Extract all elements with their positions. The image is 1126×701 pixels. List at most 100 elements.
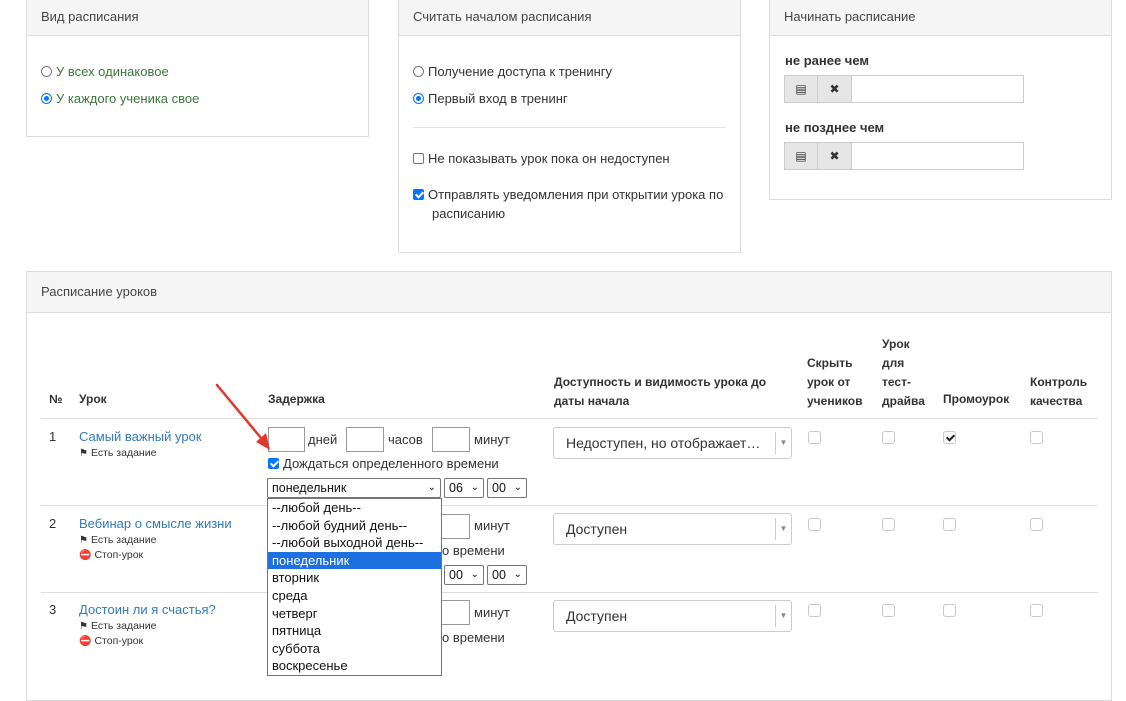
- tag-label: Есть задание: [90, 447, 157, 459]
- hide-lesson-checkbox[interactable]: [808, 518, 821, 531]
- flag-icon: ⚑: [79, 447, 88, 459]
- hide-lesson-checkbox[interactable]: [808, 431, 821, 444]
- lesson-link[interactable]: Вебинар о смысле жизни: [79, 516, 232, 531]
- select-value: 00: [492, 568, 506, 582]
- promo-checkbox[interactable]: [943, 518, 956, 531]
- row-number: 3: [49, 602, 57, 617]
- dropdown-option[interactable]: вторник: [268, 569, 441, 587]
- select-value: понедельник: [272, 481, 347, 495]
- dropdown-option[interactable]: воскресенье: [268, 657, 441, 675]
- annotation-arrow: [215, 383, 270, 450]
- quality-checkbox[interactable]: [1030, 604, 1043, 617]
- hours-input[interactable]: [346, 427, 384, 452]
- availability-select[interactable]: Доступен ▼: [553, 600, 792, 632]
- close-icon[interactable]: ✖: [818, 142, 852, 170]
- minute-select[interactable]: 00 ⌄: [487, 478, 527, 498]
- test-drive-checkbox[interactable]: [882, 518, 895, 531]
- radio-individual[interactable]: [41, 93, 52, 104]
- caret-down-icon: ▼: [775, 432, 791, 454]
- dropdown-option[interactable]: среда: [268, 587, 441, 605]
- hour-select[interactable]: 06 ⌄: [444, 478, 484, 498]
- start-schedule-title: Начинать расписание: [770, 0, 1111, 36]
- close-icon[interactable]: ✖: [818, 75, 852, 103]
- header-line: тест-: [882, 375, 911, 389]
- select-value: Недоступен, но отображает…: [566, 435, 761, 451]
- test-drive-checkbox[interactable]: [882, 604, 895, 617]
- lesson-link[interactable]: Достоин ли я счастья?: [79, 602, 216, 617]
- table-header-line: [41, 418, 1098, 419]
- dropdown-option[interactable]: суббота: [268, 640, 441, 658]
- availability-select[interactable]: Недоступен, но отображает… ▼: [553, 427, 792, 459]
- promo-checkbox[interactable]: [943, 431, 956, 444]
- radio-same[interactable]: [41, 66, 52, 77]
- calendar-icon[interactable]: ▤: [784, 142, 818, 170]
- dropdown-option-highlighted[interactable]: понедельник: [268, 551, 441, 570]
- hide-unavailable-checkbox[interactable]: Не показывать урок пока он недоступен: [413, 151, 670, 166]
- minutes-input[interactable]: [432, 427, 470, 452]
- header-quality: Контроль качества: [1030, 373, 1087, 411]
- caret-down-icon: ▼: [775, 518, 791, 540]
- checkbox[interactable]: [413, 189, 424, 200]
- select-value: 00: [449, 568, 463, 582]
- row-divider: [41, 505, 1098, 506]
- checkbox-label: Не показывать урок пока он недоступен: [428, 151, 670, 166]
- minutes-label: минут: [474, 518, 510, 533]
- tag-label: Есть задание: [90, 620, 157, 632]
- header-hide: Скрыть урок от учеников: [807, 354, 863, 411]
- row-number: 1: [49, 429, 57, 444]
- dropdown-option[interactable]: четверг: [268, 605, 441, 623]
- checkbox[interactable]: [268, 458, 279, 469]
- quality-checkbox[interactable]: [1030, 431, 1043, 444]
- option-label: Получение доступа к тренингу: [428, 64, 613, 79]
- not-later-date-group: ▤ ✖: [784, 142, 1024, 170]
- header-line: даты начала: [554, 394, 630, 408]
- wait-label-tail: о времени: [442, 543, 505, 558]
- day-select[interactable]: понедельник ⌄: [267, 478, 441, 498]
- caret-down-icon: ▼: [775, 605, 791, 627]
- quality-checkbox[interactable]: [1030, 518, 1043, 531]
- dropdown-option[interactable]: пятница: [268, 622, 441, 640]
- availability-select[interactable]: Доступен ▼: [553, 513, 792, 545]
- header-availability: Доступность и видимость урока до даты на…: [554, 373, 766, 411]
- not-earlier-date-group: ▤ ✖: [784, 75, 1024, 103]
- dropdown-option[interactable]: --любой будний день--: [268, 517, 441, 535]
- hide-lesson-checkbox[interactable]: [808, 604, 821, 617]
- test-drive-checkbox[interactable]: [882, 431, 895, 444]
- hour-select[interactable]: 00 ⌄: [444, 565, 484, 585]
- start-option-first-entry[interactable]: Первый вход в тренинг: [413, 91, 568, 106]
- header-line: драйва: [882, 394, 925, 408]
- day-dropdown-list: --любой день-- --любой будний день-- --л…: [267, 498, 442, 676]
- schedule-view-option-same[interactable]: У всех одинаковое: [41, 64, 169, 79]
- flag-icon: ⚑: [79, 534, 88, 546]
- calendar-icon[interactable]: ▤: [784, 75, 818, 103]
- schedule-view-option-individual[interactable]: У каждого ученика свое: [41, 91, 199, 106]
- minute-select[interactable]: 00 ⌄: [487, 565, 527, 585]
- minutes-label: минут: [474, 432, 510, 447]
- send-notifications-checkbox[interactable]: Отправлять уведомления при открытии урок…: [413, 187, 723, 202]
- schedule-view-title: Вид расписания: [27, 0, 368, 36]
- tag-label: Стоп-урок: [94, 549, 144, 561]
- select-value: Доступен: [566, 521, 628, 537]
- checkbox-label: Отправлять уведомления при открытии урок…: [428, 187, 724, 202]
- not-later-input[interactable]: [852, 142, 1024, 170]
- lesson-link[interactable]: Самый важный урок: [79, 429, 202, 444]
- chevron-down-icon: ⌄: [427, 482, 436, 493]
- header-line: учеников: [807, 394, 863, 408]
- schedule-start-title: Считать началом расписания: [399, 0, 740, 36]
- header-line: урок от: [807, 375, 851, 389]
- select-value: 06: [449, 481, 463, 495]
- checkbox[interactable]: [413, 153, 424, 164]
- dropdown-option[interactable]: --любой день--: [268, 499, 441, 517]
- send-notifications-label-cont: расписанию: [432, 206, 506, 221]
- radio-access[interactable]: [413, 66, 424, 77]
- start-option-access[interactable]: Получение доступа к тренингу: [413, 64, 612, 79]
- not-earlier-input[interactable]: [852, 75, 1024, 103]
- promo-checkbox[interactable]: [943, 604, 956, 617]
- chevron-down-icon: ⌄: [470, 569, 479, 580]
- wait-time-checkbox[interactable]: Дождаться определенного времени: [268, 456, 499, 471]
- hours-label: часов: [388, 432, 423, 447]
- dropdown-option[interactable]: --любой выходной день--: [268, 534, 441, 552]
- header-lesson: Урок: [79, 392, 107, 406]
- radio-first-entry[interactable]: [413, 93, 424, 104]
- lessons-panel: Расписание уроков: [26, 271, 1112, 701]
